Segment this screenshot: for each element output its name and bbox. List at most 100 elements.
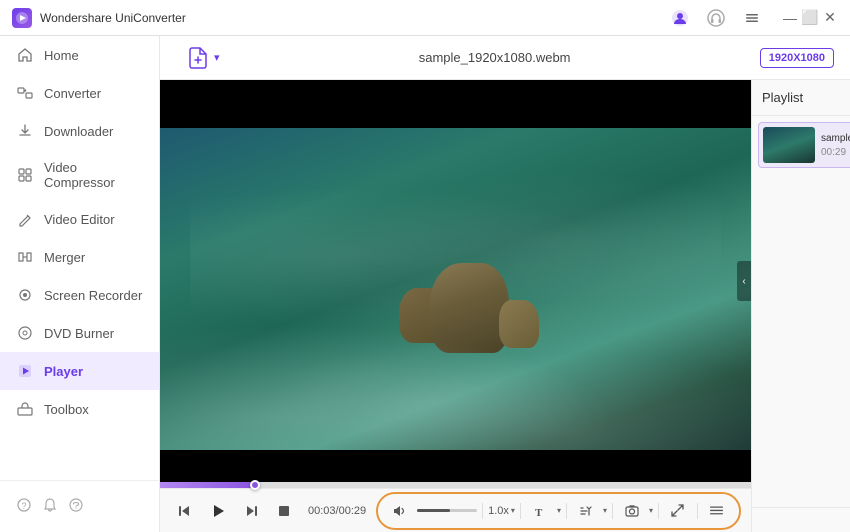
divider-6 [697,503,698,519]
playlist-title: Playlist [762,90,803,105]
titlebar-right: — ⬜ ✕ [666,4,838,32]
sidebar-bottom: ? [0,480,159,532]
player-icon [16,362,34,380]
playlist-item-name: sample_1920x1... [821,132,850,145]
volume-icon-btn[interactable] [386,497,414,525]
sidebar-item-video-compressor[interactable]: Video Compressor [0,150,159,200]
sidebar: Home Converter Downloader [0,36,160,532]
sidebar-label-downloader: Downloader [44,124,113,139]
speed-control[interactable]: 1.0x ▾ [488,505,515,517]
sidebar-item-screen-recorder[interactable]: Screen Recorder [0,276,159,314]
divider-4 [612,503,613,519]
sidebar-label-toolbox: Toolbox [44,402,89,417]
close-btn[interactable]: ✕ [822,10,838,26]
divider-1 [482,503,483,519]
dvd-burner-icon [16,324,34,342]
audio-chevron-icon: ▾ [603,506,607,515]
main-layout: Home Converter Downloader [0,36,850,532]
playlist-item-info: sample_1920x1... 00:29 [821,127,850,163]
window-controls: — ⬜ ✕ [782,10,838,26]
thumb-inner [763,127,815,163]
minimize-btn[interactable]: — [782,10,798,26]
playlist-footer: 1 item(s) [752,507,850,532]
volume-slider[interactable] [417,509,477,512]
divider-5 [658,503,659,519]
subtitle-btn[interactable]: T [526,497,554,525]
playlist-thumbnail [763,127,815,163]
stop-btn[interactable] [270,497,298,525]
playlist-items: sample_1920x1... 00:29 [752,116,850,507]
top-toolbar: ▾ sample_1920x1080.webm 1920X1080 [160,36,850,80]
titlebar-left: Wondershare UniConverter [12,8,186,28]
screenshot-chevron-icon: ▾ [649,506,653,515]
skip-back-btn[interactable] [170,497,198,525]
black-bar-bottom [160,450,751,482]
sidebar-label-home: Home [44,48,79,63]
screen-recorder-icon [16,286,34,304]
sidebar-label-video-compressor: Video Compressor [44,160,143,190]
sidebar-label-converter: Converter [44,86,101,101]
divider-3 [566,503,567,519]
playlist-panel: Playlist [751,80,850,532]
skip-forward-btn[interactable] [238,497,266,525]
help-icon: ? [16,497,32,516]
hamburger-icon-btn[interactable] [738,4,766,32]
collapse-panel-btn[interactable]: ‹ [737,261,751,301]
sidebar-item-player[interactable]: Player [0,352,159,390]
speed-chevron-icon: ▾ [511,506,515,515]
playlist-item[interactable]: sample_1920x1... 00:29 [758,122,850,168]
svg-text:?: ? [21,501,26,511]
add-file-btn[interactable]: ▾ [176,40,230,76]
progress-thumb [250,480,260,490]
playlist-item-duration: 00:29 [821,147,850,158]
volume-fill [417,509,450,512]
foam [160,289,751,450]
sidebar-item-home[interactable]: Home [0,36,159,74]
sidebar-label-video-editor: Video Editor [44,212,115,227]
merger-icon [16,248,34,266]
sidebar-item-toolbox[interactable]: Toolbox [0,390,159,428]
player-area: ‹ [160,80,850,532]
expand-btn[interactable] [664,497,692,525]
maximize-btn[interactable]: ⬜ [802,10,818,26]
sidebar-label-player: Player [44,364,83,379]
progress-fill [160,482,255,488]
add-file-chevron: ▾ [214,51,220,64]
sidebar-label-merger: Merger [44,250,85,265]
play-btn[interactable] [202,495,234,527]
progress-bar[interactable] [160,482,751,488]
more-menu-btn[interactable] [703,497,731,525]
sidebar-item-merger[interactable]: Merger [0,238,159,276]
audio-track-btn[interactable] [572,497,600,525]
user-icon-btn[interactable] [666,4,694,32]
video-mock [160,80,751,482]
svg-text:T: T [535,507,543,519]
compressor-icon [16,166,34,184]
resolution-badge: 1920X1080 [760,48,834,68]
home-icon [16,46,34,64]
editor-icon [16,210,34,228]
sidebar-item-downloader[interactable]: Downloader [0,112,159,150]
app-icon [12,8,32,28]
video-section: ‹ [160,80,751,532]
ocean-bg [160,128,751,450]
time-display: 00:03/00:29 [308,505,366,517]
sidebar-item-converter[interactable]: Converter [0,74,159,112]
sidebar-label-dvd-burner: DVD Burner [44,326,114,341]
notifications-icon [42,497,58,516]
playlist-header: Playlist [752,80,850,116]
titlebar: Wondershare UniConverter [0,0,850,36]
sidebar-help[interactable]: ? [0,489,159,524]
speed-label: 1.0x [488,505,509,517]
converter-icon [16,84,34,102]
sidebar-item-dvd-burner[interactable]: DVD Burner [0,314,159,352]
downloader-icon [16,122,34,140]
screenshot-btn[interactable] [618,497,646,525]
headset-icon-btn[interactable] [702,4,730,32]
video-container[interactable]: ‹ [160,80,751,482]
black-bar-top [160,80,751,128]
content-area: ▾ sample_1920x1080.webm 1920X1080 [160,36,850,532]
feedback-icon [68,497,84,516]
sidebar-item-video-editor[interactable]: Video Editor [0,200,159,238]
controls-bar: 00:03/00:29 [160,488,751,532]
